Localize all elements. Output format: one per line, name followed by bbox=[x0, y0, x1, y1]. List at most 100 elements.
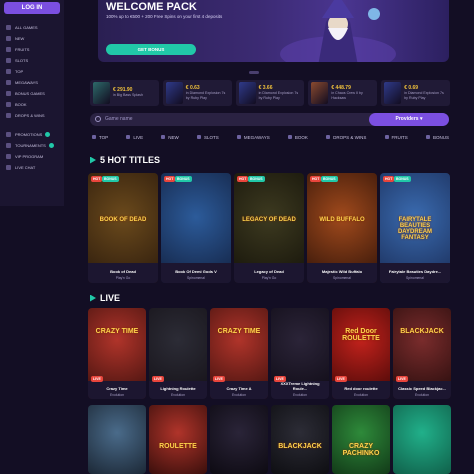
sidebar-item[interactable]: MEGAWAYS bbox=[6, 77, 62, 88]
live-table-tile[interactable] bbox=[393, 405, 451, 474]
live-table-tile[interactable]: CRAZY PACHINKO bbox=[332, 405, 390, 474]
game-name: Majestic Wild Buffalo bbox=[321, 269, 363, 274]
game-logo-text: LEGACY OF DEAD bbox=[242, 217, 296, 223]
sidebar-item[interactable]: FRUITS bbox=[6, 44, 62, 55]
sidebar-item-label: TOURNAMENTS bbox=[15, 143, 46, 148]
live-table-tile[interactable]: LIVE XXXTreme Lightning Roule... Evolution bbox=[271, 308, 329, 399]
sidebar-item[interactable]: BOOK bbox=[6, 99, 62, 110]
search-bar[interactable]: Game name Providers ▾ bbox=[90, 113, 449, 126]
sidebar-item[interactable]: TOP bbox=[6, 66, 62, 77]
hot-badge: HOT bbox=[383, 176, 395, 182]
category-label: SLOTS bbox=[203, 134, 219, 140]
live-table-tile[interactable]: ROULETTE bbox=[149, 405, 207, 474]
recent-win-card[interactable]: € 0.63 in Diamond Explosion 7s by Ruby Pl… bbox=[162, 80, 232, 106]
game-tile[interactable]: HOT BONUS WILD BUFFALO Majestic Wild Buffal… bbox=[307, 173, 377, 283]
table-artwork bbox=[88, 405, 146, 474]
live-table-tile[interactable] bbox=[210, 405, 268, 474]
welcome-banner[interactable]: WELCOME PACK 100% up to €500 + 200 Free … bbox=[98, 0, 449, 62]
game-logo-text: WILD BUFFALO bbox=[319, 217, 365, 223]
sidebar-item-label: TOP bbox=[15, 69, 24, 74]
table-name: Red door roulette bbox=[344, 386, 378, 391]
sidebar-item[interactable]: TOURNAMENTS bbox=[6, 140, 62, 151]
login-button[interactable]: LOG IN bbox=[4, 2, 60, 14]
category-icon bbox=[287, 135, 292, 139]
live-table-tile[interactable]: Red Door ROULETTE LIVE Red door roulette Ev… bbox=[332, 308, 390, 399]
category-label: NEW bbox=[168, 134, 179, 140]
sidebar-item-label: BOOK bbox=[15, 102, 27, 107]
menu-icon bbox=[6, 36, 11, 41]
sidebar-item-label: DROPS & WINS bbox=[15, 113, 45, 118]
sidebar-item[interactable]: LIVE CHAT bbox=[6, 162, 62, 173]
search-input[interactable]: Game name bbox=[105, 116, 133, 122]
table-artwork bbox=[332, 405, 390, 474]
recent-wins-ticker: € 291.90 in Big Bass Splash € 0.63 in Diamo… bbox=[90, 80, 450, 106]
get-bonus-button[interactable]: GET BONUS bbox=[106, 44, 196, 55]
game-tile[interactable]: HOT BONUS FAIRYTALE BEAUTIES DAYDREAM FANT… bbox=[380, 173, 450, 283]
category-label: BONUS bbox=[432, 134, 449, 140]
live-table-tile[interactable]: CRAZY TIME LIVE Crazy Time Evolution bbox=[88, 308, 146, 399]
table-name: Crazy Time A bbox=[226, 386, 252, 391]
game-provider: Spinomenal bbox=[187, 276, 205, 280]
menu-icon bbox=[6, 47, 11, 52]
recent-win-card[interactable]: € 448.79 in Chaos Crew II by Hacksaw bbox=[308, 80, 378, 106]
category-tab[interactable]: LIVE bbox=[126, 132, 143, 142]
sidebar-item-label: FRUITS bbox=[15, 47, 30, 52]
sidebar-divider bbox=[6, 121, 62, 129]
live-badge: LIVE bbox=[91, 376, 103, 382]
category-tab[interactable]: FRUITS bbox=[384, 132, 408, 142]
game-tile[interactable]: HOT BONUS Book Of Demi Gods V Spinomenal bbox=[161, 173, 231, 283]
sidebar-item-label: PROMOTIONS bbox=[15, 132, 43, 137]
category-tab[interactable]: DROPS & WINS bbox=[326, 132, 366, 142]
sidebar-item-label: MEGAWAYS bbox=[15, 80, 38, 85]
category-tab[interactable]: TOP bbox=[92, 132, 108, 142]
table-provider: Evolution bbox=[110, 393, 124, 397]
category-label: DROPS & WINS bbox=[333, 134, 367, 140]
win-info: € 448.79 in Chaos Crew II by Hacksaw bbox=[331, 85, 374, 101]
category-tab[interactable]: BOOK bbox=[287, 132, 308, 142]
sidebar-item[interactable]: SLOTS bbox=[6, 55, 62, 66]
recent-win-card[interactable]: € 3.66 in Diamond Explosion 7s by Ruby Pl… bbox=[235, 80, 305, 106]
live-table-tile[interactable]: BLACKJACK bbox=[271, 405, 329, 474]
hot-badge: HOT bbox=[237, 176, 249, 182]
banner-subtitle: 100% up to €500 + 200 Free Spins on your… bbox=[106, 14, 223, 19]
sidebar-item[interactable]: VIP PROGRAM bbox=[6, 151, 62, 162]
table-provider: Evolution bbox=[415, 393, 429, 397]
live-table-tile[interactable]: LIVE Lightning Roulette Evolution bbox=[149, 308, 207, 399]
sidebar-item-label: BONUS GAMES bbox=[15, 91, 45, 96]
wizard-illustration bbox=[280, 0, 396, 62]
live-table-tile[interactable]: CRAZY TIME LIVE Crazy Time A Evolution bbox=[210, 308, 268, 399]
sidebar-item[interactable]: NEW bbox=[6, 33, 62, 44]
carousel-indicator[interactable] bbox=[249, 71, 259, 74]
recent-win-card[interactable]: € 0.69 in Diamond Explosion 7s by Ruby Pl… bbox=[381, 80, 450, 106]
sidebar-item-label: LIVE CHAT bbox=[15, 165, 36, 170]
sidebar-item[interactable]: BONUS GAMES bbox=[6, 88, 62, 99]
sidebar-item[interactable]: DROPS & WINS bbox=[6, 110, 62, 121]
table-artwork bbox=[210, 405, 268, 474]
game-tile[interactable]: HOT BONUS BOOK OF DEAD Book of Dead Play'n G… bbox=[88, 173, 158, 283]
game-provider: Spinomenal bbox=[333, 276, 351, 280]
hot-badge: HOT bbox=[310, 176, 322, 182]
category-tab[interactable]: MEGAWAYS bbox=[236, 132, 270, 142]
table-provider: Evolution bbox=[171, 393, 185, 397]
category-tab[interactable]: SLOTS bbox=[196, 132, 219, 142]
recent-win-card[interactable]: € 291.90 in Big Bass Splash bbox=[90, 80, 159, 106]
category-label: FRUITS bbox=[391, 134, 408, 140]
game-tile[interactable]: HOT BONUS LEGACY OF DEAD Legacy of Dead Play… bbox=[234, 173, 304, 283]
sidebar-item-label: NEW bbox=[15, 36, 25, 41]
bonus-badge: BONUS bbox=[248, 176, 265, 182]
category-tab[interactable]: BONUS bbox=[425, 132, 449, 142]
providers-dropdown[interactable]: Providers ▾ bbox=[369, 113, 449, 126]
category-icon bbox=[126, 135, 131, 139]
sidebar-item[interactable]: ALL GAMES bbox=[6, 22, 62, 33]
live-table-tile[interactable]: BLACKJACK LIVE Classic Speed Blackjac... Ev… bbox=[393, 308, 451, 399]
table-name: Crazy Time bbox=[106, 386, 128, 391]
game-thumbnail bbox=[384, 82, 402, 104]
category-tab[interactable]: NEW bbox=[161, 132, 179, 142]
live-table-tile[interactable] bbox=[88, 405, 146, 474]
menu-icon bbox=[6, 154, 11, 159]
menu-icon bbox=[6, 58, 11, 63]
category-icon bbox=[196, 135, 201, 139]
category-label: LIVE bbox=[133, 134, 144, 140]
sidebar-item[interactable]: PROMOTIONS bbox=[6, 129, 62, 140]
live-badge: LIVE bbox=[335, 376, 347, 382]
